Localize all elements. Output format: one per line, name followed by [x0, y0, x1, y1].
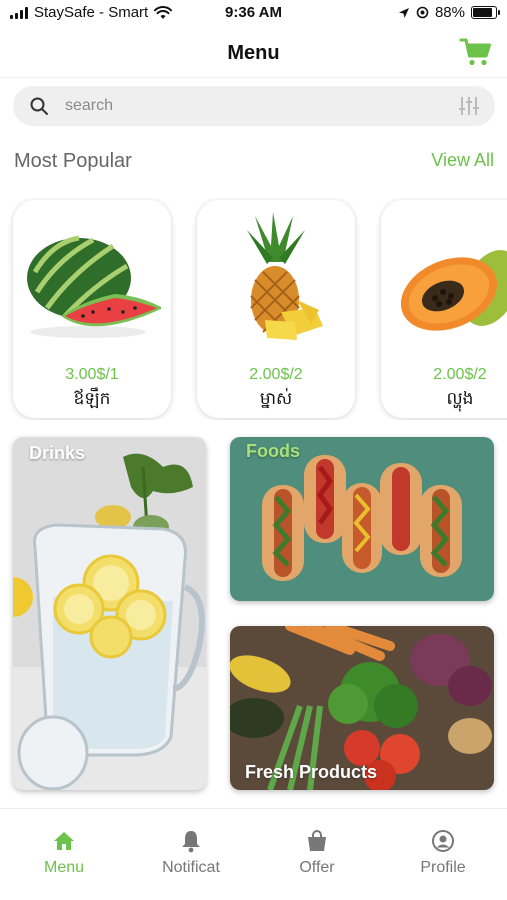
watermelon-image [27, 235, 161, 338]
tab-bar: Menu Notificat Offer Profile [0, 808, 507, 900]
section-title: Most Popular [14, 150, 132, 172]
app-header: Menu [0, 30, 507, 78]
product-name: ម្នាស់ [259, 389, 293, 408]
product-card[interactable]: 3.00$/1 ឪឡឹក [13, 200, 171, 418]
alarm-icon [416, 6, 429, 19]
battery-icon [471, 6, 500, 19]
shopping-bag-icon [308, 830, 326, 851]
product-price: 2.00$/2 [249, 366, 303, 383]
tab-menu[interactable]: Menu [9, 829, 119, 877]
view-all-link[interactable]: View All [431, 150, 494, 171]
status-right: 88% [398, 4, 500, 21]
battery-level [473, 8, 493, 17]
battery-percent: 88% [434, 4, 465, 21]
papaya-image [400, 250, 507, 331]
profile-icon [432, 830, 454, 852]
product-card[interactable]: 2.00$/2 ល្ហុង [381, 200, 507, 418]
product-card[interactable]: 2.00$/2 ម្នាស់ [197, 200, 355, 418]
tab-profile[interactable]: Profile [388, 829, 498, 877]
category-label: Fresh Products [245, 762, 378, 782]
tab-label: Menu [43, 859, 85, 876]
popular-products: 3.00$/1 ឪឡឹក 2.00$/2 ម្នាស់ 2.00$/2 ល្ហុ… [0, 198, 507, 420]
search-bar [13, 86, 495, 126]
pineapple-image [247, 212, 323, 340]
cart-icon [459, 38, 491, 66]
home-icon [54, 832, 74, 850]
tab-label: Profile [420, 859, 466, 876]
tab-label: Notificat [162, 859, 220, 876]
tab-label: Offer [299, 859, 335, 876]
category-foods[interactable]: Foods [230, 437, 494, 601]
category-fresh-products[interactable]: Fresh Products [230, 626, 494, 790]
category-label: Drinks [29, 443, 86, 463]
product-price: 3.00$/1 [65, 366, 119, 383]
search-icon [30, 97, 48, 115]
cart-button[interactable] [459, 36, 493, 68]
category-drinks[interactable]: Drinks [13, 437, 206, 790]
drinks-image [13, 437, 206, 790]
tab-offer[interactable]: Offer [262, 829, 372, 877]
search-input[interactable] [65, 94, 445, 118]
status-bar: StaySafe - Smart 9:36 AM 88% [0, 0, 507, 28]
filter-icon[interactable] [457, 94, 481, 118]
location-icon [398, 7, 409, 18]
page-title: Menu [227, 42, 280, 64]
product-name: ឪឡឹក [73, 389, 111, 408]
category-label: Foods [246, 441, 300, 461]
bell-icon [182, 831, 200, 853]
product-name: ល្ហុង [446, 389, 474, 408]
tab-notifications[interactable]: Notificat [136, 829, 246, 877]
product-price: 2.00$/2 [433, 366, 487, 383]
